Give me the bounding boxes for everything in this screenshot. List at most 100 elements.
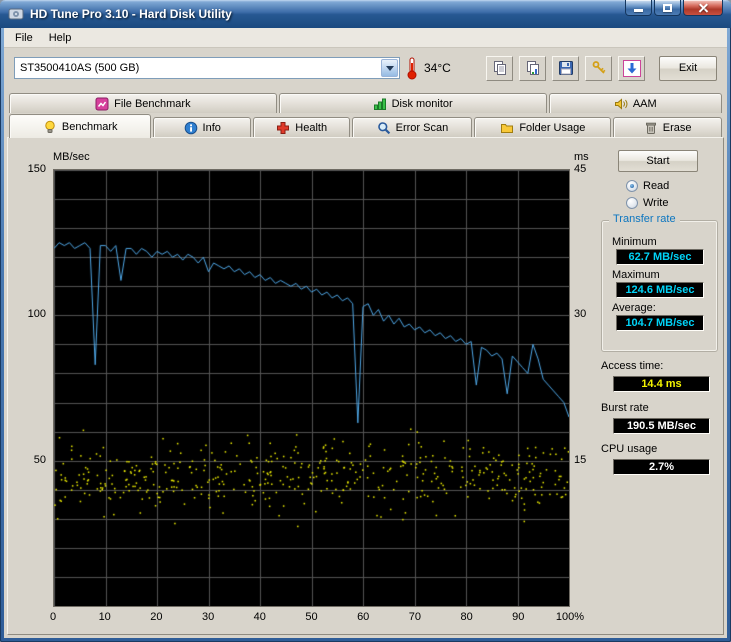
copy-image-icon	[525, 60, 541, 76]
write-radio-label: Write	[643, 197, 669, 209]
x-tick: 40	[253, 611, 266, 623]
cpu-usage-label: CPU usage	[601, 443, 658, 455]
save-icon	[558, 60, 574, 76]
window-title: HD Tune Pro 3.10 - Hard Disk Utility	[30, 7, 232, 21]
tab-health[interactable]: Health	[252, 117, 351, 137]
access-time-value: 14.4 ms	[613, 376, 710, 392]
tab-folder-usage[interactable]: Folder Usage	[474, 117, 612, 137]
x-tick: 80	[460, 611, 473, 623]
y-right-axis-label: ms	[574, 151, 589, 163]
burst-rate-value: 190.5 MB/sec	[613, 418, 710, 434]
start-button[interactable]: Start	[618, 150, 698, 172]
read-radio-button[interactable]	[626, 180, 638, 192]
menu-file[interactable]: File	[7, 30, 41, 46]
tab-label: Error Scan	[395, 121, 449, 134]
y-tick-100: 100	[27, 308, 46, 320]
tab-label: Health	[295, 121, 328, 134]
benchmark-panel: MB/sec ms 150 100 50 45 30 15 0 10 20 30 40 5…	[7, 137, 724, 635]
maximum-value: 124.6 MB/sec	[616, 282, 704, 298]
y-tick-150: 150	[27, 163, 46, 175]
tab-aam[interactable]: AAM	[548, 93, 722, 113]
titlebar[interactable]: HD Tune Pro 3.10 - Hard Disk Utility	[0, 0, 731, 28]
tab-benchmark[interactable]: Benchmark	[9, 114, 152, 138]
capture-down-arrow-icon	[622, 59, 641, 77]
screen-capture-button[interactable]	[618, 55, 645, 81]
burst-rate-label: Burst rate	[601, 402, 649, 414]
chevron-down-icon[interactable]	[381, 59, 398, 77]
ms-tick-15: 15	[574, 454, 587, 466]
tab-label: Benchmark	[61, 120, 118, 133]
x-tick: 30	[201, 611, 215, 623]
menu-help[interactable]: Help	[41, 30, 80, 46]
access-time-label: Access time:	[601, 360, 664, 372]
copy-image-button[interactable]	[519, 55, 546, 81]
write-radio-button[interactable]	[626, 197, 638, 209]
x-axis-ticks: 0 10 20 30 40 50 60 70 80 90 100%	[49, 611, 584, 624]
keys-icon	[591, 60, 607, 76]
tab-row-top: File Benchmark Disk monitor AAM	[4, 90, 727, 113]
read-radio[interactable]: Read	[626, 180, 669, 192]
benchmark-plot-canvas	[54, 170, 569, 606]
minimum-value: 62.7 MB/sec	[616, 249, 704, 265]
app-icon	[8, 6, 24, 22]
exit-button[interactable]: Exit	[659, 55, 717, 81]
write-radio[interactable]: Write	[626, 197, 668, 209]
x-tick: 100%	[555, 611, 585, 623]
tab-row-bottom: Benchmark Info Health Error Scan Folder …	[4, 113, 727, 138]
save-screenshot-button[interactable]	[552, 55, 579, 81]
app-window: HD Tune Pro 3.10 - Hard Disk Utility Fil…	[0, 0, 731, 642]
cpu-usage-value: 2.7%	[613, 459, 710, 475]
average-label: Average:	[612, 302, 656, 314]
tab-info[interactable]: Info	[153, 117, 251, 137]
x-tick: 50	[305, 611, 318, 623]
average-value: 104.7 MB/sec	[616, 315, 704, 331]
x-tick: 70	[408, 611, 422, 623]
toolbar: ST3500410AS (500 GB) 34°C Exit	[4, 48, 727, 88]
copy-text-icon	[492, 60, 508, 76]
close-button[interactable]	[683, 0, 723, 16]
minimum-label: Minimum	[612, 236, 657, 248]
y-tick-50: 50	[33, 454, 46, 466]
minimize-icon	[634, 8, 643, 12]
tab-label: Folder Usage	[519, 121, 586, 134]
tab-label: File Benchmark	[114, 97, 191, 110]
benchmark-plot	[53, 169, 570, 607]
disk-monitor-icon	[373, 97, 387, 111]
registration-button[interactable]	[585, 55, 612, 81]
drive-select-value: ST3500410AS (500 GB)	[20, 62, 140, 74]
read-radio-label: Read	[643, 180, 670, 192]
magnifier-icon	[377, 121, 391, 135]
maximize-button[interactable]	[654, 0, 681, 16]
health-cross-icon	[276, 121, 290, 135]
tab-erase[interactable]: Erase	[613, 117, 722, 137]
tab-disk-monitor[interactable]: Disk monitor	[278, 93, 547, 113]
ms-tick-30: 30	[574, 308, 587, 320]
ms-tick-45: 45	[574, 163, 587, 175]
minimize-button[interactable]	[625, 0, 652, 16]
tab-file-benchmark[interactable]: File Benchmark	[9, 93, 277, 113]
y-left-axis-label: MB/sec	[53, 151, 90, 163]
copy-text-button[interactable]	[486, 55, 513, 81]
tab-label: AAM	[632, 97, 657, 110]
x-tick: 0	[49, 611, 57, 623]
speaker-icon	[614, 97, 628, 111]
drive-select[interactable]: ST3500410AS (500 GB)	[14, 57, 400, 79]
tab-label: Disk monitor	[391, 97, 453, 110]
folder-icon	[500, 121, 514, 135]
tab-label: Erase	[662, 121, 692, 134]
thermometer-icon	[406, 56, 418, 80]
tab-label: Info	[202, 121, 221, 134]
transfer-rate-caption: Transfer rate	[609, 213, 680, 225]
x-tick: 60	[357, 611, 370, 623]
x-tick: 10	[98, 611, 111, 623]
benchmark-bulb-icon	[43, 120, 57, 134]
temperature-value: 34°C	[424, 61, 451, 75]
tab-error-scan[interactable]: Error Scan	[352, 117, 473, 137]
x-tick: 90	[512, 611, 525, 623]
menu-bar: File Help	[4, 28, 727, 48]
maximize-icon	[663, 3, 672, 12]
trash-icon	[644, 121, 658, 135]
file-benchmark-icon	[95, 97, 109, 111]
maximum-label: Maximum	[612, 269, 660, 281]
x-tick: 20	[150, 611, 163, 623]
